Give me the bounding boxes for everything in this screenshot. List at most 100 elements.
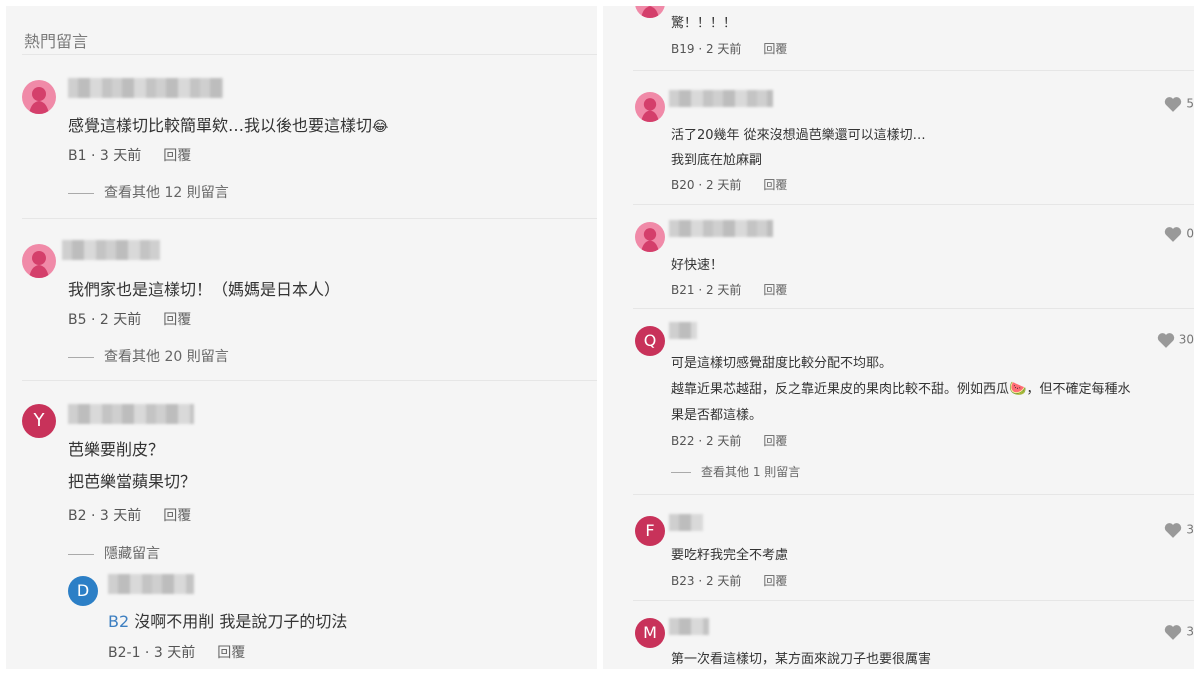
comment-text: 我們家也是這樣切！（媽媽是日本人） (68, 280, 341, 299)
comment-meta: B19 · 2 天前 回覆 (671, 42, 788, 56)
timestamp: 2 天前 (705, 42, 742, 56)
divider (633, 494, 1194, 495)
divider (22, 54, 597, 55)
comment-text: 驚！！！！ (671, 16, 737, 31)
floor-label: B21 (671, 283, 695, 297)
like-count: 30 (1178, 332, 1194, 347)
username-redacted[interactable] (68, 404, 194, 424)
username-redacted[interactable] (669, 322, 697, 339)
timestamp: 3 天前 (99, 148, 142, 164)
reply-button[interactable]: 回覆 (163, 312, 191, 328)
timestamp: 3 天前 (153, 645, 196, 661)
comment-text: 好快速！ (671, 258, 724, 273)
hide-replies-link[interactable]: 隱藏留言 (68, 543, 160, 563)
dash-icon (671, 472, 691, 473)
like-button[interactable]: 30 (1157, 332, 1194, 348)
username-redacted[interactable] (669, 220, 773, 237)
timestamp: 2 天前 (705, 434, 742, 448)
floor-label: B19 (671, 42, 695, 56)
reply-meta: B2-1 · 3 天前 回覆 (108, 645, 246, 661)
person-icon[interactable] (635, 92, 665, 122)
username-redacted[interactable] (62, 240, 160, 260)
comment-meta: B2 · 3 天前 回覆 (68, 508, 192, 524)
person-icon[interactable] (22, 80, 56, 114)
comment-meta: B22 · 2 天前 回覆 (671, 434, 788, 448)
like-button[interactable]: 0 (1164, 226, 1194, 242)
dash-icon (68, 356, 94, 358)
view-more-replies-link[interactable]: 查看其他 1 則留言 (671, 463, 800, 480)
like-count: 3 (1186, 624, 1194, 639)
view-more-replies-link[interactable]: 查看其他 20 則留言 (68, 346, 229, 366)
like-button[interactable]: 3 (1164, 624, 1194, 640)
timestamp: 2 天前 (705, 178, 742, 192)
avatar-letter-d[interactable]: D (68, 576, 98, 606)
reply-button[interactable]: 回覆 (763, 178, 787, 192)
heart-icon (1165, 523, 1182, 538)
reply-button[interactable]: 回覆 (163, 508, 191, 524)
watermelon-emoji-icon: 🍉 (1009, 381, 1027, 397)
avatar-letter-f[interactable]: F (635, 516, 665, 546)
view-more-replies-link[interactable]: 查看其他 12 則留言 (68, 182, 229, 202)
floor-reference-link[interactable]: B2 (108, 612, 129, 631)
divider (633, 204, 1194, 205)
reply-button[interactable]: 回覆 (763, 574, 787, 588)
like-count: 0 (1186, 226, 1194, 241)
person-icon[interactable] (635, 222, 665, 252)
like-count: 5 (1186, 96, 1194, 111)
like-button[interactable]: 3 (1164, 522, 1194, 538)
dash-icon (68, 192, 94, 194)
person-icon[interactable] (635, 6, 665, 18)
laughing-emoji-icon: 😂 (372, 119, 389, 135)
comment-text-line-1: 活了20幾年 從來沒想過芭樂還可以這樣切… (671, 128, 926, 143)
comment-text-line-3: 果是否都這樣。 (671, 408, 763, 423)
heart-icon (1157, 333, 1174, 348)
username-redacted[interactable] (108, 574, 194, 594)
floor-label: B20 (671, 178, 695, 192)
like-count: 3 (1186, 522, 1194, 537)
username-redacted[interactable] (669, 618, 709, 635)
comment-meta: B21 · 2 天前 回覆 (671, 283, 788, 297)
floor-label: B5 (68, 312, 87, 328)
reply-button[interactable]: 回覆 (163, 148, 191, 164)
reply-button[interactable]: 回覆 (217, 645, 245, 661)
divider (22, 218, 597, 219)
username-redacted[interactable] (68, 78, 223, 98)
timestamp: 2 天前 (99, 312, 142, 328)
hot-comments-title: 熱門留言 (24, 32, 89, 51)
comment-text-line-2: 我到底在尬麻𠻸 (671, 153, 763, 168)
comment-meta: B20 · 2 天前 回覆 (671, 178, 788, 192)
avatar-letter-y[interactable]: Y (22, 404, 56, 438)
username-redacted[interactable] (669, 90, 773, 107)
reply-text: B2 沒啊不用削 我是說刀子的切法 (108, 612, 348, 631)
comment-text-line-2: 越靠近果芯越甜，反之靠近果皮的果肉比較不甜。例如西瓜🍉，但不確定每種水 (671, 381, 1131, 397)
reply-button[interactable]: 回覆 (763, 283, 787, 297)
heart-icon (1165, 97, 1182, 112)
floor-label: B2-1 (108, 645, 141, 661)
timestamp: 2 天前 (705, 574, 742, 588)
floor-label: B23 (671, 574, 695, 588)
floor-label: B2 (68, 508, 87, 524)
username-redacted[interactable] (669, 514, 703, 531)
like-button[interactable]: 5 (1164, 96, 1194, 112)
avatar-letter-m[interactable]: M (635, 618, 665, 648)
floor-label: B1 (68, 148, 87, 164)
heart-icon (1165, 625, 1182, 640)
reply-button[interactable]: 回覆 (763, 42, 787, 56)
left-comment-panel: 熱門留言 感覺這樣切比較簡單欸…我以後也要這樣切😂 B1 · 3 天前 回覆 查看… (6, 6, 597, 669)
avatar-letter-q[interactable]: Q (635, 326, 665, 356)
comment-text: 要吃籽我完全不考慮 (671, 548, 789, 563)
floor-label: B22 (671, 434, 695, 448)
reply-button[interactable]: 回覆 (763, 434, 787, 448)
comment-meta: B5 · 2 天前 回覆 (68, 312, 192, 328)
comment-text-line-1: 可是這樣切感覺甜度比較分配不均耶。 (671, 356, 893, 371)
divider (633, 600, 1194, 601)
heart-icon (1165, 227, 1182, 242)
divider (633, 70, 1194, 71)
dash-icon (68, 553, 94, 555)
timestamp: 3 天前 (99, 508, 142, 524)
divider (633, 308, 1194, 309)
divider (22, 380, 597, 381)
person-icon[interactable] (22, 244, 56, 278)
comment-text-line-2: 把芭樂當蘋果切？ (68, 472, 197, 491)
comment-text: 第一次看這樣切，某方面來說刀子也要很厲害 (671, 652, 932, 667)
